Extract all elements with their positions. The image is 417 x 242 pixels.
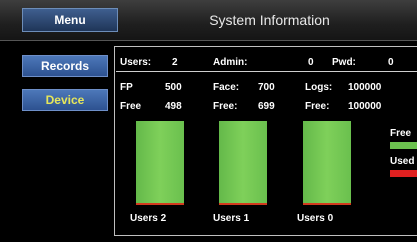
- free-label-logs: Free:: [305, 101, 330, 112]
- free-label-face: Free:: [213, 101, 238, 112]
- free-value-fp: 498: [165, 101, 182, 112]
- legend-free-label: Free: [390, 128, 412, 139]
- face-value: 700: [258, 82, 275, 93]
- bar-label: Users 1: [213, 213, 250, 224]
- legend-used-swatch: [390, 170, 417, 177]
- users-label: Users:: [120, 57, 152, 68]
- bar-label: Users 2: [130, 213, 167, 224]
- title-bar: Menu System Information: [0, 0, 417, 41]
- device-screen: Menu System Information Records Device U…: [0, 0, 417, 242]
- users-value: 2: [172, 57, 178, 68]
- logs-label: Logs:: [305, 82, 333, 93]
- divider: [116, 71, 417, 72]
- admin-label: Admin:: [213, 57, 248, 68]
- bar-label: Users 0: [297, 213, 334, 224]
- bar-free-users-1: [219, 121, 267, 205]
- device-button[interactable]: Device: [22, 89, 108, 111]
- logs-value: 100000: [348, 82, 382, 93]
- admin-value: 0: [308, 57, 314, 68]
- free-label-fp: Free: [120, 101, 142, 112]
- bar-free-users-2: [136, 121, 184, 205]
- page-title: System Information: [209, 12, 330, 28]
- bar-free-users-0: [303, 121, 351, 205]
- free-value-logs: 100000: [348, 101, 382, 112]
- fp-value: 500: [165, 82, 182, 93]
- fp-label: FP: [120, 82, 133, 93]
- records-button[interactable]: Records: [22, 55, 108, 77]
- pwd-label: Pwd:: [332, 57, 356, 68]
- pwd-value: 0: [388, 57, 394, 68]
- menu-button[interactable]: Menu: [22, 8, 118, 32]
- face-label: Face:: [213, 82, 240, 93]
- legend-free-swatch: [390, 142, 417, 149]
- legend-used-label: Used: [390, 156, 415, 167]
- free-value-face: 699: [258, 101, 275, 112]
